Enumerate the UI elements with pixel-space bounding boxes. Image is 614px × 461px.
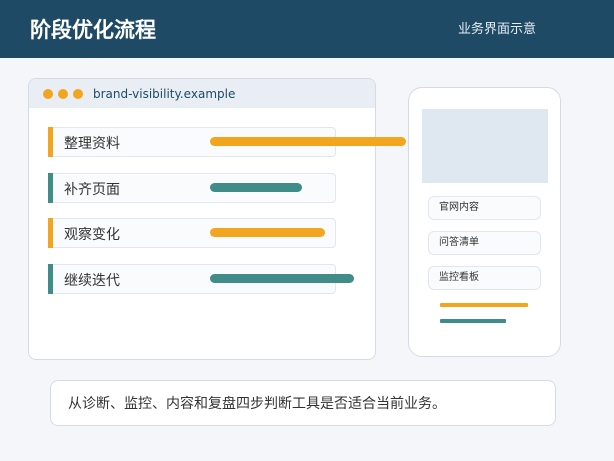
page-title: 阶段优化流程 — [30, 18, 156, 42]
phone-mockup: 官网内容 问答清单 监控看板 — [408, 87, 561, 357]
step-label: 观察变化 — [64, 227, 120, 243]
browser-url: brand-visibility.example — [93, 87, 236, 101]
step-label: 补齐页面 — [64, 182, 120, 198]
step-progress-bar-0 — [210, 137, 406, 146]
header-bar: 阶段优化流程 业务界面示意 — [0, 0, 614, 58]
step-accent-bar — [48, 264, 53, 294]
step-progress-bar-2 — [210, 228, 325, 237]
step-progress-bar-3 — [210, 274, 354, 283]
phone-item-official-content[interactable]: 官网内容 — [428, 196, 541, 220]
step-accent-bar — [48, 173, 53, 203]
phone-item-label: 监控看板 — [439, 272, 479, 283]
phone-item-label: 问答清单 — [439, 237, 479, 248]
page-subtitle: 业务界面示意 — [457, 22, 536, 37]
phone-accent-line-orange — [440, 303, 528, 307]
step-progress-bar-1 — [210, 183, 302, 192]
step-label: 整理资料 — [64, 136, 120, 152]
summary-note-text: 从诊断、监控、内容和复盘四步判断工具是否适合当前业务。 — [68, 396, 446, 412]
phone-item-monitor-board[interactable]: 监控看板 — [428, 266, 541, 290]
browser-title-bar: brand-visibility.example — [29, 79, 375, 108]
step-accent-bar — [48, 218, 53, 248]
phone-accent-line-teal — [440, 319, 506, 323]
window-dot-icon — [73, 89, 83, 99]
window-dot-icon — [58, 89, 68, 99]
summary-note: 从诊断、监控、内容和复盘四步判断工具是否适合当前业务。 — [50, 380, 556, 426]
step-label: 继续迭代 — [64, 273, 120, 289]
step-accent-bar — [48, 127, 53, 157]
phone-item-qa-list[interactable]: 问答清单 — [428, 231, 541, 255]
phone-item-label: 官网内容 — [439, 202, 479, 213]
window-dot-icon — [43, 89, 53, 99]
phone-banner-image — [422, 109, 548, 183]
